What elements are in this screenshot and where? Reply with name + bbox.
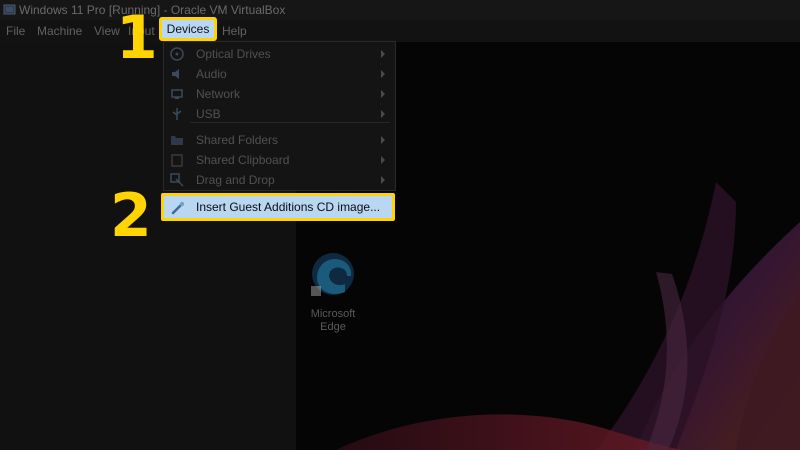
menu-item-label: Shared Folders	[196, 133, 279, 147]
cd-insert-icon	[171, 201, 185, 215]
submenu-arrow-icon	[381, 136, 385, 144]
menu-devices-label: Devices	[166, 22, 210, 36]
menu-item-label: Insert Guest Additions CD image...	[196, 200, 381, 214]
menu-item-network[interactable]: Network	[164, 84, 395, 104]
audio-icon	[172, 69, 179, 79]
microsoft-edge-icon	[311, 253, 354, 296]
usb-icon	[172, 108, 182, 120]
submenu-arrow-icon	[381, 110, 385, 118]
submenu-arrow-icon	[381, 90, 385, 98]
menu-item-label: Shared Clipboard	[196, 153, 290, 167]
shared-folder-icon	[171, 136, 183, 145]
clipboard-icon	[171, 154, 183, 167]
menu-item-insert-guest-additions[interactable]: Insert Guest Additions CD image...	[161, 193, 395, 221]
menu-item-optical-drives[interactable]: Optical Drives	[164, 44, 395, 64]
menu-item-label: USB	[196, 107, 221, 121]
step-number-1: 1	[116, 3, 158, 73]
menu-item-usb[interactable]: USB	[164, 104, 395, 124]
submenu-arrow-icon	[381, 50, 385, 58]
submenu-arrow-icon	[381, 70, 385, 78]
virtualbox-icon	[3, 4, 16, 15]
menu-file[interactable]: File	[6, 24, 25, 38]
menu-separator	[190, 122, 390, 123]
network-icon	[171, 89, 183, 99]
step-number-2: 2	[110, 181, 152, 251]
menu-item-shared-clipboard[interactable]: Shared Clipboard	[164, 150, 395, 170]
menu-item-label: Optical Drives	[196, 47, 271, 61]
menu-machine[interactable]: Machine	[37, 24, 82, 38]
desktop-icon-edge[interactable]: Microsoft Edge	[303, 250, 363, 340]
menu-item-drag-and-drop[interactable]: Drag and Drop	[164, 170, 395, 190]
menu-devices[interactable]: Devices	[159, 17, 217, 41]
submenu-arrow-icon	[381, 176, 385, 184]
menu-item-label: Audio	[196, 67, 227, 81]
icon-label-line2: Edge	[320, 321, 346, 333]
desktop-icon-label: Microsoft Edge	[299, 308, 367, 334]
optical-drive-icon	[170, 47, 184, 61]
icon-label-line1: Microsoft	[310, 308, 356, 320]
submenu-arrow-icon	[381, 156, 385, 164]
drag-drop-icon	[170, 173, 184, 187]
devices-dropdown-menu: Optical Drives Audio Network USB Shared …	[163, 41, 396, 191]
menu-item-shared-folders[interactable]: Shared Folders	[164, 130, 395, 150]
menu-item-audio[interactable]: Audio	[164, 64, 395, 84]
menu-help[interactable]: Help	[222, 24, 247, 38]
menu-item-label: Network	[196, 87, 241, 101]
menu-item-label: Drag and Drop	[196, 173, 275, 187]
